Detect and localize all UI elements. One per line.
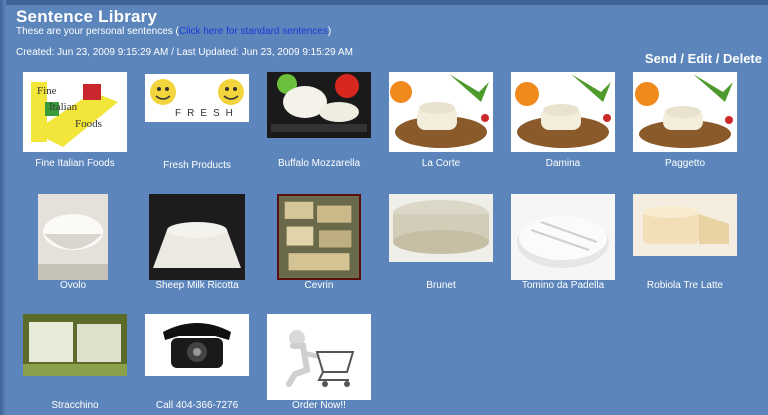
shopping-cart-figure-icon[interactable] — [267, 314, 371, 400]
sentence-item[interactable]: Cevrin — [258, 194, 380, 291]
cheese-board-photo-icon[interactable] — [389, 72, 493, 152]
sentence-item[interactable]: Paggetto — [624, 72, 746, 169]
sentence-label: Robiola Tre Latte — [646, 280, 724, 291]
edit-link[interactable]: Edit — [688, 51, 713, 66]
library-header: Sentence Library These are your personal… — [16, 7, 331, 38]
stracchino-photo-icon[interactable] — [23, 314, 127, 376]
sentence-label: Tomino da Padella — [521, 280, 605, 291]
separator: / — [676, 51, 688, 66]
created-updated-dates: Created: Jun 23, 2009 9:15:29 AM / Last … — [16, 47, 353, 58]
sentence-label: Order Now!! — [292, 400, 346, 411]
sentence-item[interactable]: Ovolo — [12, 194, 134, 291]
cheese-board-photo-icon[interactable] — [511, 72, 615, 152]
svg-text:FRESH: FRESH — [175, 108, 239, 119]
sentence-item[interactable]: FRESH Fresh Products — [136, 74, 258, 171]
sentence-label: Stracchino — [51, 400, 99, 411]
sentence-label: Call 404-366-7276 — [155, 400, 239, 411]
sentence-label: La Corte — [421, 158, 461, 169]
sentence-item[interactable]: Buffalo Mozzarella — [258, 72, 380, 169]
page-subtitle: These are your personal sentences (Click… — [16, 26, 331, 37]
page-title: Sentence Library — [16, 7, 158, 26]
sentence-item[interactable]: Robiola Tre Latte — [624, 194, 746, 291]
fine-italian-foods-logo-icon[interactable]: Fine Italian Foods — [23, 72, 127, 152]
robiola-photo-icon[interactable] — [633, 194, 737, 256]
sentence-label: Cevrin — [304, 280, 334, 291]
standard-sentences-link[interactable]: Click here for standard sentences — [179, 26, 328, 37]
window-left-border — [0, 0, 6, 415]
sentence-label: Buffalo Mozzarella — [277, 158, 361, 169]
sentence-label: Fine Italian Foods — [35, 158, 115, 169]
telephone-photo-icon[interactable] — [145, 314, 249, 376]
sentence-item[interactable]: Damina — [502, 72, 624, 169]
sentence-item[interactable]: Stracchino — [14, 314, 136, 411]
subtitle-suffix: ) — [327, 26, 332, 37]
sentence-label: Fresh Products — [163, 160, 231, 171]
sentence-item[interactable]: Order Now!! — [258, 314, 380, 411]
subtitle-prefix: These are your personal sentences ( — [16, 26, 179, 37]
svg-text:Italian: Italian — [49, 101, 78, 113]
fresh-smiley-logo-icon[interactable]: FRESH — [145, 74, 249, 122]
sentence-item[interactable]: Brunet — [380, 194, 502, 291]
cevrin-photo-icon[interactable] — [277, 194, 361, 280]
sentence-item[interactable]: Sheep Milk Ricotta — [136, 194, 258, 291]
window-top-border — [0, 0, 768, 5]
sentence-label: Paggetto — [664, 158, 706, 169]
ricotta-photo-icon[interactable] — [149, 194, 245, 280]
delete-link[interactable]: Delete — [723, 51, 762, 66]
separator: / — [712, 51, 723, 66]
ovolo-cheese-photo-icon[interactable] — [38, 194, 108, 280]
sentence-label: Ovolo — [59, 280, 87, 291]
sentence-label: Brunet — [426, 280, 456, 291]
sentence-item[interactable]: La Corte — [380, 72, 502, 169]
send-link[interactable]: Send — [645, 51, 677, 66]
sentence-label: Sheep Milk Ricotta — [155, 280, 239, 291]
svg-text:Foods: Foods — [75, 118, 102, 130]
sentence-grid: Fine Italian Foods Fine Italian Foods FRES… — [14, 72, 768, 415]
tomino-photo-icon[interactable] — [511, 194, 615, 280]
sentence-item[interactable]: Call 404-366-7276 — [136, 314, 258, 411]
svg-text:Fine: Fine — [37, 85, 57, 97]
mozzarella-photo-icon[interactable] — [267, 72, 371, 138]
brunet-photo-icon[interactable] — [389, 194, 493, 262]
action-links: Send / Edit / Delete — [645, 51, 762, 66]
sentence-label: Damina — [545, 158, 581, 169]
sentence-item[interactable]: Fine Italian Foods Fine Italian Foods — [14, 72, 136, 169]
sentence-item[interactable]: Tomino da Padella — [502, 194, 624, 291]
cheese-board-photo-icon[interactable] — [633, 72, 737, 152]
